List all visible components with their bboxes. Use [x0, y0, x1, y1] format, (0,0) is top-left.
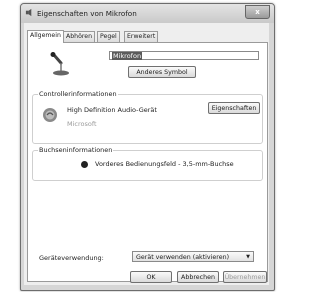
dialog-body: Allgemein Abhören Pegel Erweitert Mikrof…	[24, 23, 269, 285]
change-icon-button[interactable]: Anderes Symbol	[128, 66, 196, 78]
dropdown-arrow-icon: ▼	[246, 254, 250, 260]
tab-abhoeren[interactable]: Abhören	[63, 31, 96, 42]
jack-info-group: Buchseninformationen Vorderes Bedienungs…	[32, 146, 263, 181]
jack-info-label: Buchseninformationen	[38, 146, 114, 154]
jack-description: Vorderes Bedienungsfeld - 3,5-mm-Buchse	[95, 160, 234, 168]
device-usage-select[interactable]: Gerät verwenden (aktivieren) ▼	[132, 251, 254, 262]
general-panel: Mikrofon Anderes Symbol Controllerinform…	[27, 42, 268, 282]
controller-info-group: Controllerinformationen High Definition …	[32, 90, 263, 144]
jack-color-indicator	[81, 161, 88, 168]
device-usage-value: Gerät verwenden (aktivieren)	[136, 254, 230, 261]
speaker-icon	[25, 8, 32, 17]
apply-button[interactable]: Übernehmen	[223, 271, 267, 283]
ok-button[interactable]: OK	[130, 271, 172, 283]
device-name-value: Mikrofon	[112, 52, 143, 60]
tab-allgemein[interactable]: Allgemein	[27, 30, 64, 43]
device-name-input[interactable]: Mikrofon	[109, 51, 259, 60]
controller-vendor: Microsoft	[67, 120, 97, 128]
controller-info-label: Controllerinformationen	[38, 90, 118, 98]
audio-device-icon	[43, 108, 57, 122]
properties-dialog: Eigenschaften von Mikrofon x Allgemein A…	[20, 3, 275, 291]
tab-erweitert[interactable]: Erweitert	[124, 31, 159, 42]
properties-button[interactable]: Eigenschaften	[208, 102, 260, 114]
cancel-button[interactable]: Abbrechen	[177, 271, 219, 283]
window-title: Eigenschaften von Mikrofon	[37, 9, 137, 18]
close-button[interactable]: x	[245, 5, 270, 19]
microphone-icon	[50, 52, 69, 76]
device-usage-label: Geräteverwendung:	[39, 254, 104, 262]
title-bar[interactable]: Eigenschaften von Mikrofon x	[21, 4, 274, 23]
controller-name: High Definition Audio-Gerät	[67, 106, 157, 114]
tab-pegel[interactable]: Pegel	[97, 31, 120, 42]
